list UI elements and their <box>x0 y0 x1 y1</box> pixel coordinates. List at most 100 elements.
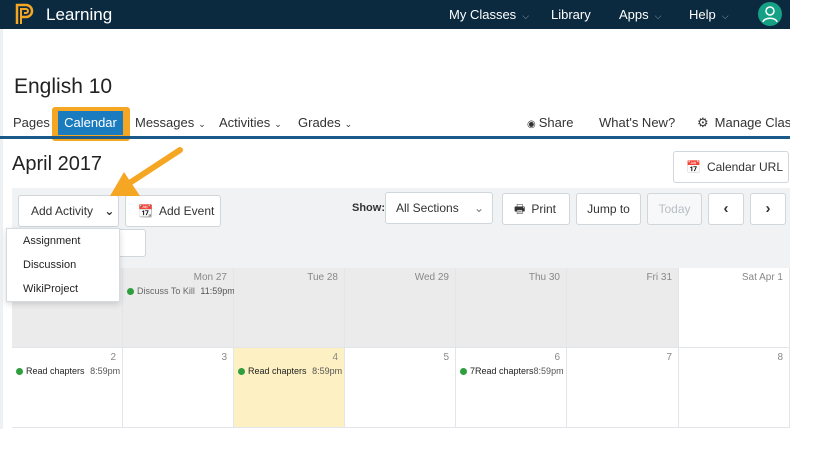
gear-icon: ⚙ <box>697 115 709 130</box>
calendar-url-button[interactable]: 📅 Calendar URL <box>673 151 789 183</box>
show-label: Show: <box>352 202 385 214</box>
previous-month-button[interactable]: ‹ <box>708 193 744 225</box>
event-time: 11:59pm <box>200 286 235 296</box>
manage-class-label: Manage Class <box>714 115 798 130</box>
guide-arrow-icon <box>110 147 183 196</box>
nav-apps[interactable]: Apps ⌵ <box>619 7 661 22</box>
chevron-down-icon: ⌄ <box>344 119 353 129</box>
calendar-event[interactable]: Read chapters 8:59pm <box>16 366 120 376</box>
calendar-event[interactable]: 7Read chapters8:59pm <box>460 366 564 376</box>
menu-item-assignment[interactable]: Assignment <box>23 235 80 247</box>
event-time: 8:59pm <box>312 366 343 376</box>
calendar-icon: 📅 <box>686 160 701 174</box>
chevron-down-icon: ⌄ <box>473 201 484 215</box>
menu-item-discussion[interactable]: Discussion <box>23 259 76 271</box>
sections-select-value: All Sections <box>396 201 459 215</box>
tab-messages[interactable]: Messages ⌄ <box>135 115 206 130</box>
jump-to-button[interactable]: Jump to <box>576 193 641 225</box>
day-label: 2 <box>110 352 116 363</box>
day-label: 6 <box>554 352 560 363</box>
page-right-margin <box>790 0 815 453</box>
tab-pages[interactable]: Pages <box>13 115 50 130</box>
event-dot <box>460 368 467 375</box>
calendar-grid: Mon 27 Discuss To Kill 11:59pm Tue 28 We… <box>12 268 790 428</box>
calendar-day-cell[interactable]: Tue 28 <box>234 268 345 348</box>
page-left-edge <box>0 29 3 429</box>
course-title: English 10 <box>14 75 113 98</box>
calendar-day-cell[interactable]: Fri 31 <box>567 268 679 348</box>
share-link[interactable]: ◉ Share <box>527 115 573 130</box>
nav-my-classes-label: My Classes <box>449 7 517 22</box>
event-title: Read chapters <box>248 366 307 376</box>
event-dot <box>16 368 23 375</box>
tab-divider <box>0 136 790 139</box>
day-label: 4 <box>332 352 338 363</box>
calendar-day-cell[interactable]: 3 <box>123 348 234 428</box>
chevron-left-icon: ‹ <box>723 200 729 217</box>
event-dot <box>127 288 134 295</box>
calendar-url-label: Calendar URL <box>706 160 783 174</box>
day-label: 3 <box>221 352 227 363</box>
event-dot <box>238 368 245 375</box>
next-month-button[interactable]: › <box>750 193 786 225</box>
calendar-day-cell[interactable]: 6 7Read chapters8:59pm <box>456 348 567 428</box>
nav-apps-label: Apps <box>619 7 649 22</box>
tab-grades-label: Grades <box>298 115 341 130</box>
event-title: Discuss To Kill <box>137 286 195 296</box>
menu-item-wikiproject[interactable]: WikiProject <box>23 283 78 295</box>
calendar-day-cell[interactable]: Sat Apr 1 <box>679 268 790 348</box>
calendar-event[interactable]: Read chapters 8:59pm <box>238 366 342 376</box>
share-label: Share <box>538 115 574 130</box>
tab-messages-label: Messages <box>135 115 195 130</box>
chevron-down-icon: ⌄ <box>274 119 282 129</box>
day-label: Mon 27 <box>193 272 227 283</box>
tab-calendar[interactable]: Calendar <box>58 111 123 135</box>
nav-help[interactable]: Help ⌵ <box>689 7 729 22</box>
day-label: Tue 28 <box>307 272 338 283</box>
event-time: 8:59pm <box>533 366 564 376</box>
chevron-right-icon: › <box>765 200 771 217</box>
tab-activities[interactable]: Activities ⌄ <box>219 115 282 130</box>
tab-activities-label: Activities <box>219 115 271 130</box>
nav-library[interactable]: Library <box>551 7 591 22</box>
print-label: Print <box>531 202 557 216</box>
manage-class-link[interactable]: ⚙ Manage Class <box>697 115 798 131</box>
month-title: April 2017 <box>12 153 103 175</box>
today-button[interactable]: Today <box>647 193 702 225</box>
add-activity-label: Add Activity <box>31 204 94 218</box>
top-navigation-bar: Learning My Classes ⌵ Library Apps ⌵ Help ⌵ <box>0 0 790 29</box>
event-title: Read chapters <box>26 366 85 376</box>
print-button[interactable]: 🖶 Print <box>502 193 570 225</box>
day-label: Sat Apr 1 <box>741 272 783 283</box>
chevron-down-icon: ⌵ <box>522 11 530 21</box>
event-title: 7Read chapters <box>470 366 534 376</box>
calendar-day-cell[interactable]: 7 <box>567 348 679 428</box>
calendar-day-cell[interactable]: Mon 27 Discuss To Kill 11:59pm <box>123 268 235 348</box>
chevron-down-icon: ⌵ <box>654 11 662 21</box>
sections-select[interactable]: All Sections ⌄ <box>385 192 493 224</box>
nav-my-classes[interactable]: My Classes ⌵ <box>449 7 529 22</box>
day-label: 8 <box>777 352 783 363</box>
event-time: 8:59pm <box>90 366 121 376</box>
day-label: Thu 30 <box>528 272 560 283</box>
calendar-day-cell[interactable]: Wed 29 <box>345 268 456 348</box>
day-label: Fri 31 <box>646 272 672 283</box>
calendar-day-cell[interactable]: Thu 30 <box>456 268 567 348</box>
nav-help-label: Help <box>689 7 716 22</box>
add-activity-menu: Assignment Discussion WikiProject <box>6 228 120 302</box>
whats-new-link[interactable]: What's New? <box>599 115 675 130</box>
day-label: 7 <box>666 352 672 363</box>
calendar-event[interactable]: Discuss To Kill 11:59pm <box>127 286 235 296</box>
learning-logo-icon[interactable] <box>14 2 36 26</box>
chevron-down-icon: ⌵ <box>721 11 729 21</box>
tab-grades[interactable]: Grades ⌄ <box>298 115 352 130</box>
calendar-day-cell[interactable]: 8 <box>679 348 790 428</box>
user-icon <box>762 6 778 23</box>
day-label: Wed 29 <box>414 272 449 283</box>
user-avatar[interactable] <box>758 2 782 26</box>
calendar-day-cell-today[interactable]: 4 Read chapters 8:59pm <box>234 348 345 428</box>
printer-icon: 🖶 <box>514 202 526 216</box>
calendar-day-cell[interactable]: 5 <box>345 348 456 428</box>
day-label: 5 <box>443 352 449 363</box>
calendar-day-cell[interactable]: 2 Read chapters 8:59pm <box>12 348 123 428</box>
